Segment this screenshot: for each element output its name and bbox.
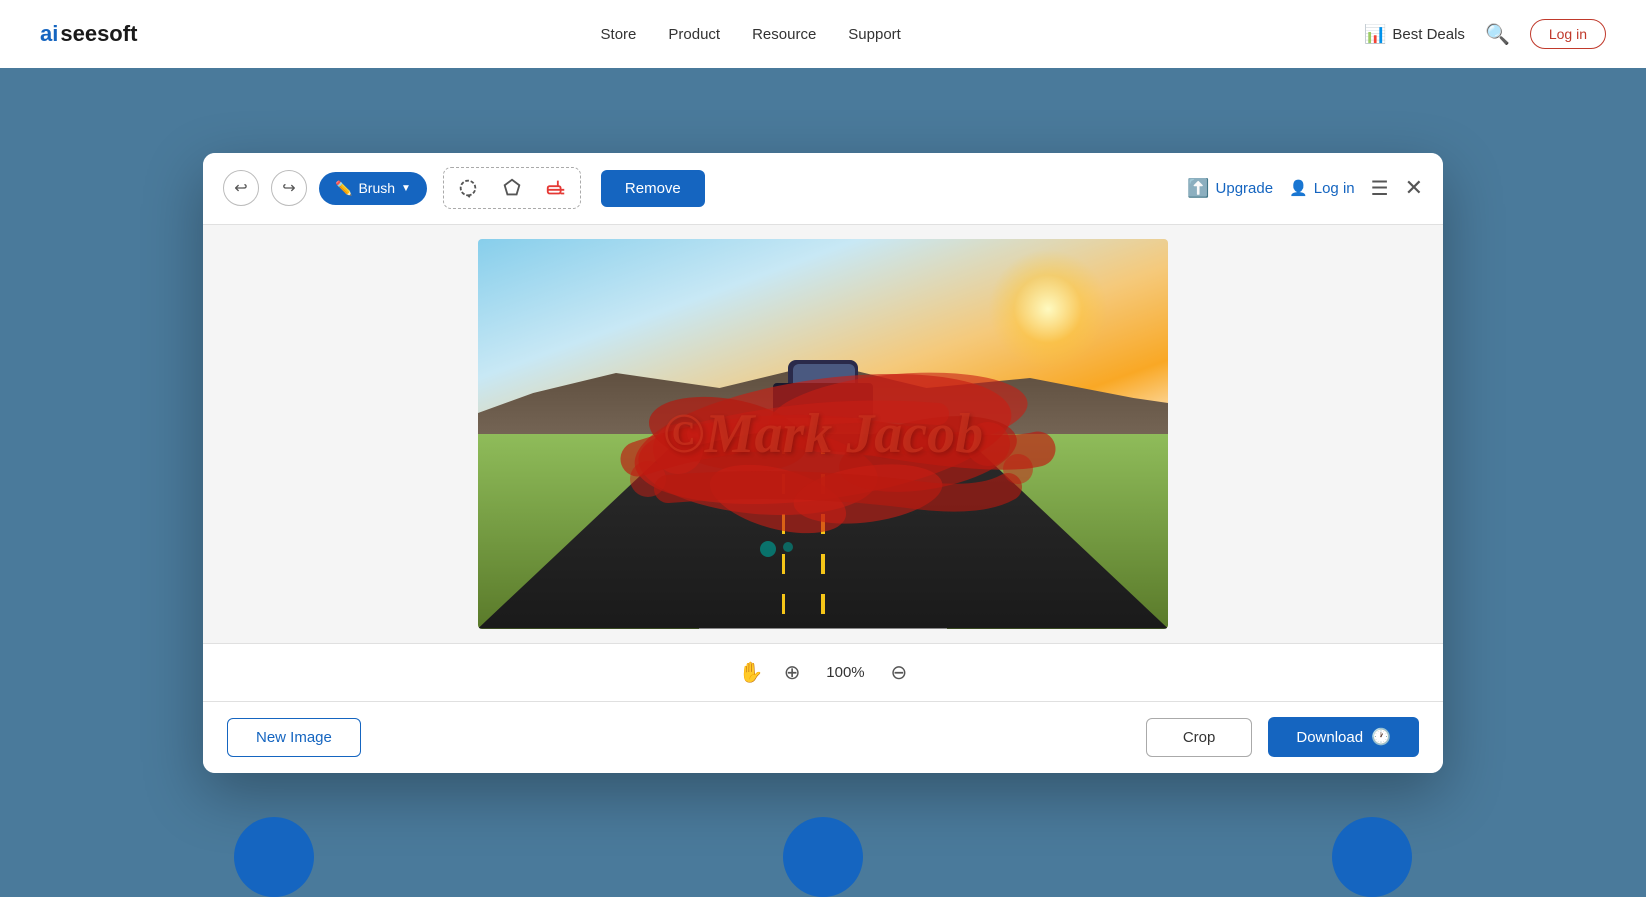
nav-support[interactable]: Support <box>848 26 901 43</box>
search-icon[interactable]: 🔍 <box>1485 22 1510 47</box>
new-image-button[interactable]: New Image <box>227 718 361 757</box>
clock-icon: 🕐 <box>1371 727 1391 747</box>
login-tool-label: Log in <box>1314 180 1355 197</box>
brush-button[interactable]: ✏️ Brush ▼ <box>319 172 427 205</box>
chevron-down-icon: ▼ <box>401 183 411 194</box>
pan-icon[interactable]: ✋ <box>739 660 764 685</box>
canvas-area: ©Mark Jacob <box>203 225 1443 643</box>
footer-bar: New Image Crop Download 🕐 <box>203 701 1443 773</box>
zoom-controls: ✋ ⊕ 100% ⊖ <box>203 643 1443 701</box>
eraser-tool[interactable] <box>540 172 572 204</box>
close-icon[interactable]: ✕ <box>1405 175 1423 201</box>
main-area: ↩ ↪ ✏️ Brush ▼ <box>0 68 1646 857</box>
login-tool-button[interactable]: 👤 Log in <box>1289 179 1355 197</box>
upgrade-button[interactable]: ⬆️ Upgrade <box>1187 178 1273 199</box>
user-icon: 👤 <box>1289 179 1308 197</box>
polygon-tool[interactable] <box>496 172 528 204</box>
navbar: aiseesoft Store Product Resource Support… <box>0 0 1646 68</box>
image-display: ©Mark Jacob <box>478 239 1168 629</box>
zoom-out-icon[interactable]: ⊖ <box>890 660 907 685</box>
menu-icon[interactable]: ☰ <box>1371 176 1389 201</box>
best-deals-label: Best Deals <box>1392 26 1465 43</box>
brush-label: Brush <box>358 180 395 196</box>
deals-icon: 📊 <box>1364 24 1386 45</box>
bottom-circle-right <box>1332 817 1412 897</box>
app-window: ↩ ↪ ✏️ Brush ▼ <box>203 153 1443 773</box>
image-container: ©Mark Jacob <box>478 239 1168 629</box>
bottom-circle-center <box>783 817 863 897</box>
redo-button[interactable]: ↪ <box>271 170 307 206</box>
nav-right: 📊 Best Deals 🔍 Log in <box>1364 19 1606 49</box>
toolbar: ↩ ↪ ✏️ Brush ▼ <box>203 153 1443 225</box>
brush-icon: ✏️ <box>335 180 352 197</box>
nav-store[interactable]: Store <box>601 26 637 43</box>
logo-seesoft-text: seesoft <box>60 21 137 47</box>
sun-glow <box>988 249 1108 369</box>
best-deals[interactable]: 📊 Best Deals <box>1364 24 1465 45</box>
bottom-circle-left <box>234 817 314 897</box>
login-button-nav[interactable]: Log in <box>1530 19 1606 49</box>
lasso-tool[interactable] <box>452 172 484 204</box>
remove-button[interactable]: Remove <box>601 170 705 207</box>
bottom-circles <box>0 807 1646 857</box>
crop-button[interactable]: Crop <box>1146 718 1253 757</box>
nav-product[interactable]: Product <box>668 26 720 43</box>
toolbar-right: ⬆️ Upgrade 👤 Log in ☰ ✕ <box>1187 175 1423 201</box>
download-label: Download <box>1296 729 1363 746</box>
logo-ai-text: ai <box>40 21 58 47</box>
tool-group <box>443 167 581 209</box>
nav-links: Store Product Resource Support <box>601 26 901 43</box>
undo-button[interactable]: ↩ <box>223 170 259 206</box>
download-button[interactable]: Download 🕐 <box>1268 717 1419 757</box>
upgrade-icon: ⬆️ <box>1187 178 1209 199</box>
zoom-in-icon[interactable]: ⊕ <box>784 660 801 685</box>
zoom-percent: 100% <box>820 664 870 681</box>
watermark-text: ©Mark Jacob <box>663 402 983 466</box>
logo: aiseesoft <box>40 21 137 47</box>
upgrade-label: Upgrade <box>1216 180 1274 197</box>
nav-resource[interactable]: Resource <box>752 26 816 43</box>
footer-right: Crop Download 🕐 <box>1146 717 1419 757</box>
